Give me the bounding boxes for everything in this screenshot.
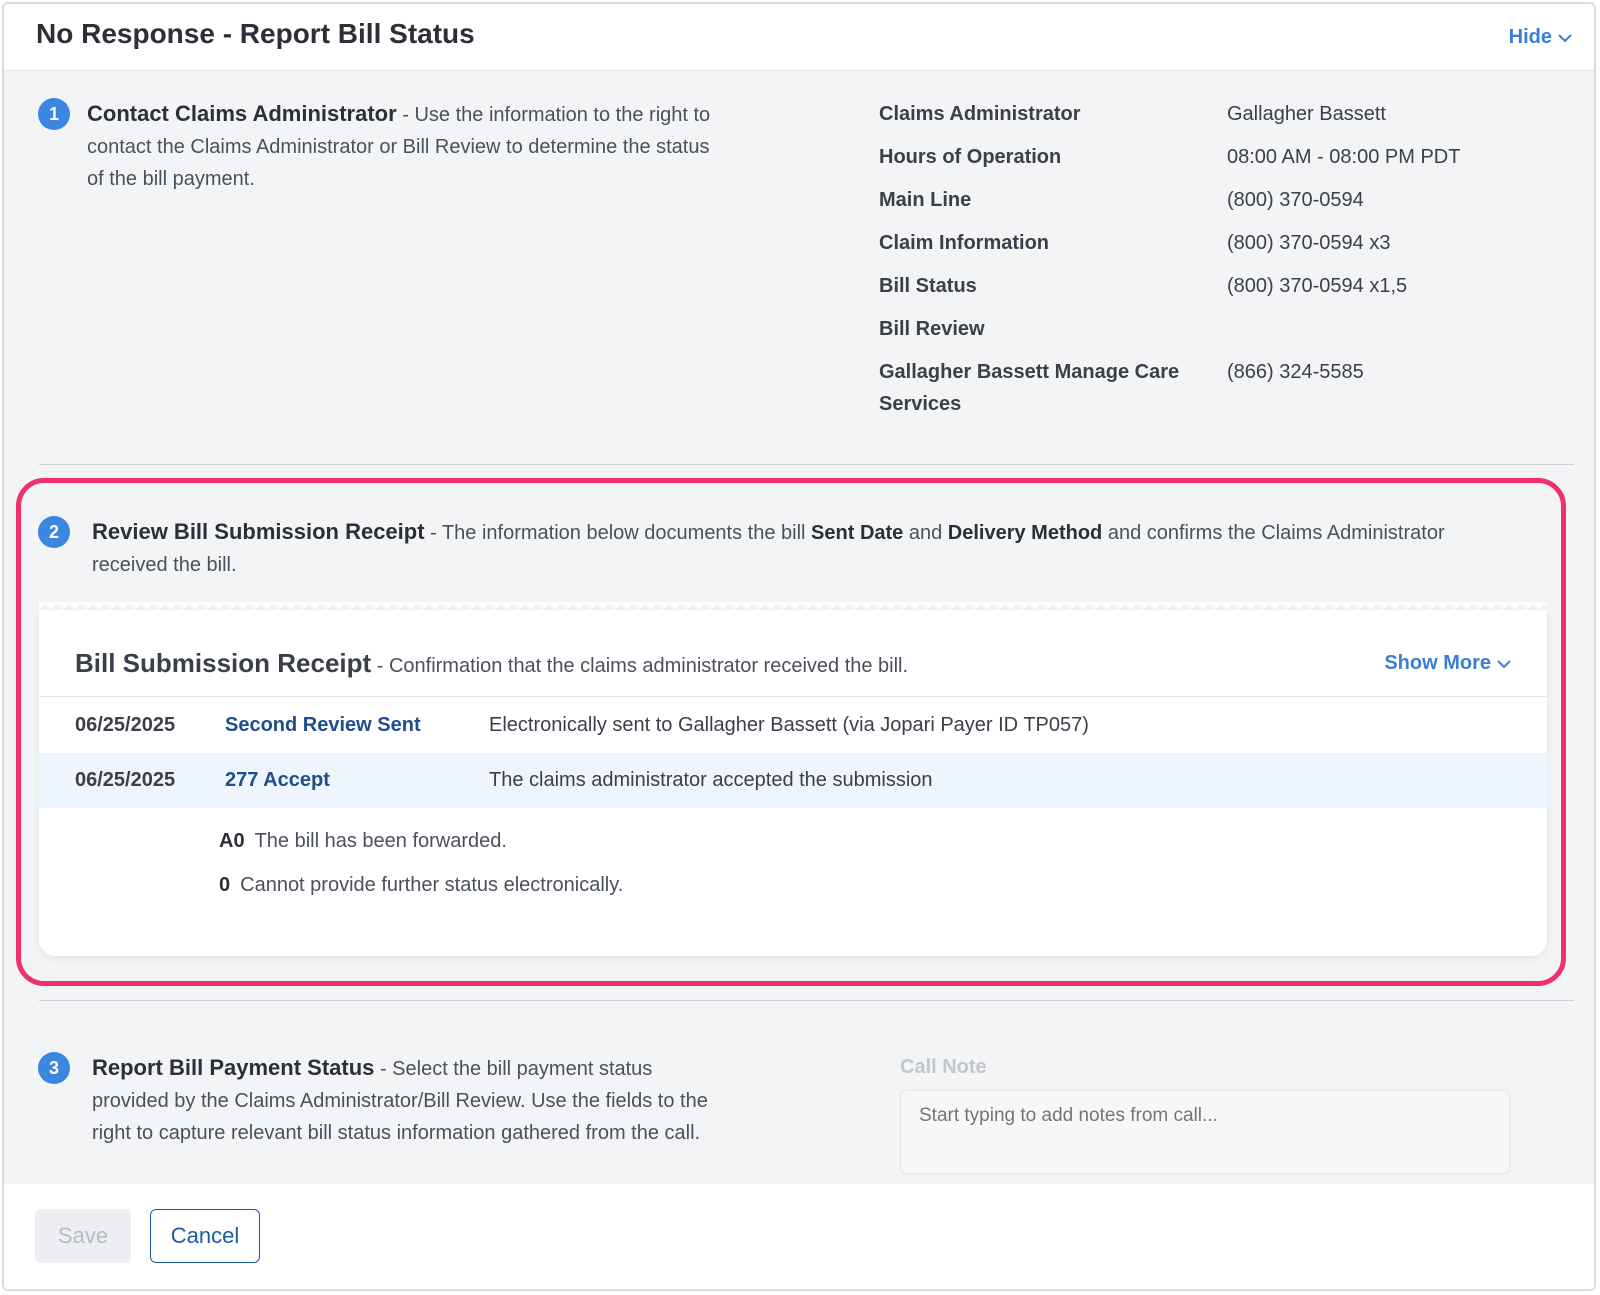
page-title: No Response - Report Bill Status	[36, 18, 475, 49]
show-more-button[interactable]: Show More	[1384, 652, 1511, 675]
step-number-3: 3	[38, 1052, 70, 1084]
info-value: 08:00 AM - 08:00 PM PDT	[1227, 146, 1461, 168]
contact-info-row: Main Line (800) 370-0594	[879, 184, 1559, 216]
receipt-header: Bill Submission Receipt - Confirmation t…	[75, 648, 908, 679]
step-2-text-a: - The information below documents the bi…	[424, 522, 812, 544]
modal-header: No Response - Report Bill Status Hide	[4, 4, 1594, 71]
info-label: Claims Administrator	[879, 103, 1081, 125]
status-code: A0	[219, 830, 245, 852]
row-description: Electronically sent to Gallagher Bassett…	[489, 714, 1089, 736]
receipt-row: 06/25/2025 Second Review Sent Electronic…	[39, 698, 1547, 753]
hide-button[interactable]: Hide	[1509, 26, 1572, 49]
contact-info-row: Bill Status (800) 370-0594 x1,5	[879, 270, 1559, 302]
status-code-text: Cannot provide further status electronic…	[240, 874, 624, 896]
cancel-button[interactable]: Cancel	[150, 1209, 260, 1263]
info-label: Bill Status	[879, 275, 977, 297]
row-date: 06/25/2025	[75, 714, 176, 736]
contact-info-row: Claim Information (800) 370-0594 x3	[879, 227, 1559, 259]
step-1-text: Contact Claims Administrator - Use the i…	[87, 98, 727, 195]
info-value: (800) 370-0594 x1,5	[1227, 275, 1408, 297]
modal-footer: Save Cancel	[4, 1184, 1594, 1289]
section-divider	[39, 1000, 1574, 1001]
info-label: Bill Review	[879, 318, 985, 340]
step-2-bold-sent-date: Sent Date	[811, 522, 904, 544]
info-value: (800) 370-0594 x3	[1227, 232, 1391, 254]
receipt-divider	[39, 696, 1547, 697]
chevron-down-icon	[1497, 659, 1511, 668]
step-2-heading: Review Bill Submission Receipt	[92, 519, 425, 544]
row-date: 06/25/2025	[75, 769, 176, 791]
save-button[interactable]: Save	[35, 1209, 131, 1263]
step-1-heading: Contact Claims Administrator	[87, 101, 397, 126]
chevron-down-icon	[1558, 33, 1572, 42]
row-event-link[interactable]: Second Review Sent	[225, 714, 421, 737]
info-label: Gallagher Bassett Manage Care Services	[879, 361, 1180, 415]
status-code-line: A0 The bill has been forwarded.	[219, 830, 507, 853]
receipt-subtitle: - Confirmation that the claims administr…	[371, 655, 909, 677]
step-number-2: 2	[38, 516, 70, 548]
info-label: Claim Information	[879, 232, 1050, 254]
info-value: (800) 370-0594	[1227, 189, 1364, 211]
step-number-1: 1	[38, 98, 70, 130]
contact-info-row: Claims Administrator Gallagher Bassett	[879, 98, 1559, 130]
receipt-row: 06/25/2025 277 Accept The claims adminis…	[39, 753, 1547, 808]
contact-info: Claims Administrator Gallagher Bassett H…	[879, 98, 1559, 431]
info-value: (866) 324-5585	[1227, 361, 1364, 383]
step-3-text: Report Bill Payment Status - Select the …	[92, 1052, 732, 1149]
contact-info-row: Bill Review	[879, 313, 1559, 345]
step-2-bold-delivery-method: Delivery Method	[947, 522, 1103, 544]
modal-panel: No Response - Report Bill Status Hide 1 …	[2, 2, 1596, 1291]
bill-submission-receipt: Bill Submission Receipt - Confirmation t…	[39, 602, 1547, 956]
contact-info-row: Gallagher Bassett Manage Care Services (…	[879, 356, 1559, 420]
step-3-heading: Report Bill Payment Status	[92, 1055, 375, 1080]
status-code: 0	[219, 874, 231, 896]
row-description: The claims administrator accepted the su…	[489, 769, 933, 791]
call-note-label: Call Note	[900, 1056, 987, 1078]
status-code-line: 0 Cannot provide further status electroni…	[219, 874, 623, 897]
hide-label: Hide	[1508, 26, 1552, 48]
section-divider	[39, 464, 1574, 465]
step-2-text-b: and	[903, 522, 948, 544]
receipt-torn-edge	[39, 602, 1547, 612]
info-label: Hours of Operation	[879, 146, 1062, 168]
info-label: Main Line	[879, 189, 972, 211]
info-value: Gallagher Bassett	[1227, 103, 1386, 125]
step-2-text: Review Bill Submission Receipt - The inf…	[92, 516, 1512, 581]
show-more-label: Show More	[1384, 652, 1491, 674]
call-note-input[interactable]	[900, 1090, 1510, 1174]
contact-info-row: Hours of Operation 08:00 AM - 08:00 PM P…	[879, 141, 1559, 173]
row-event-link[interactable]: 277 Accept	[225, 769, 330, 792]
receipt-title: Bill Submission Receipt	[75, 648, 372, 678]
status-code-text: The bill has been forwarded.	[254, 830, 507, 852]
